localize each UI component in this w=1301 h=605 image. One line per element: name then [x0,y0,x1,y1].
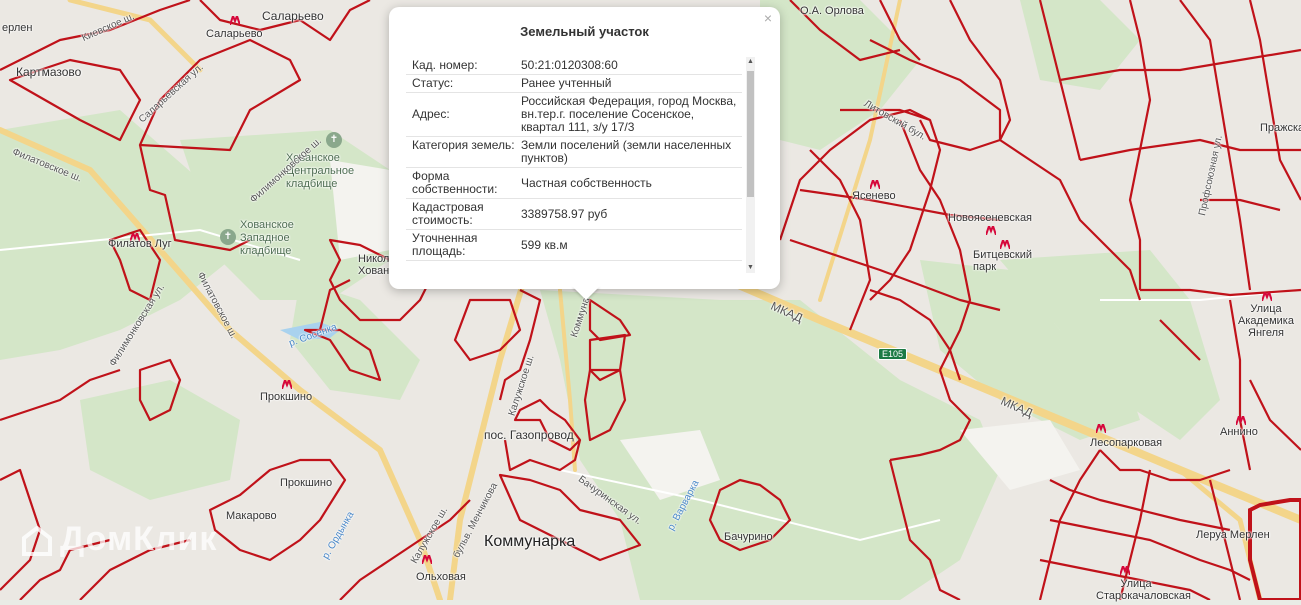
cemetery-label: Хованское Западное кладбище [240,219,294,257]
watermark: ДомКлик [20,520,217,559]
attribute-row: Статус: Ранее учтенный [406,75,742,93]
place-label: Никол Хован [358,253,390,277]
metro-label: Новоясеневская [948,212,1033,224]
cemetery-icon: ✝ [220,229,236,245]
metro-label: Прокшино [260,391,313,403]
scroll-up-icon[interactable]: ▲ [746,57,755,67]
metro-label: Улица Старокачаловская [1096,578,1191,602]
attribute-key: Адрес: [412,107,450,121]
place-label: Бачурино [724,531,773,543]
metro-label: Аннино [1220,426,1258,438]
place-label: Саларьево [262,9,324,23]
metro-icon [1000,240,1010,249]
metro-icon [1236,416,1246,425]
parcel-info-popup: × Земельный участок Кад. номер: 50:21:01… [389,7,780,289]
metro-label: Ольховая [416,571,466,583]
metro-label: Ясенево [852,190,896,202]
metro-label: Пражская [1260,122,1301,134]
scroll-down-icon[interactable]: ▼ [746,263,755,273]
parcel-attributes[interactable]: Кад. номер: 50:21:0120308:60 Статус: Ран… [406,57,742,277]
attribute-value: Ранее учтенный [521,76,612,90]
attribute-key: Кадастровая стоимость: [412,200,484,227]
metro-label: Битцевский парк [973,249,1033,273]
place-label: О.А. Орлова [800,5,864,17]
cemetery-icon: ✝ [326,132,342,148]
attribute-row: Кад. номер: 50:21:0120308:60 [406,57,742,75]
attribute-row: Кадастровая стоимость: 3389758.97 руб [406,199,742,230]
route-badge: E105 [878,348,908,360]
attribute-row: Уточненная площадь: 599 кв.м [406,230,742,261]
metro-icon [986,226,996,235]
house-icon [22,525,52,557]
metro-icon [282,380,292,389]
popup-title: Земельный участок [520,24,649,39]
attribute-row: Категория земель: Земли поселений (земли… [406,137,742,168]
place-label: Прокшино [280,477,333,489]
metro-icon [1120,566,1130,575]
metro-icon [1096,424,1106,433]
attribute-value: Российская Федерация, город Москва, вн.т… [521,94,737,134]
metro-label: Филатов Луг [108,238,172,250]
attribute-key: Кад. номер: [412,58,478,72]
attribute-value: 50:21:0120308:60 [521,58,618,72]
place-label: Коммунарка [484,533,576,550]
metro-label: Лесопарковая [1090,437,1163,449]
attribute-key: Уточненная площадь: [412,231,478,258]
place-label: пос. Газопровод [484,428,574,442]
attribute-key: Статус: [412,76,454,90]
close-icon[interactable]: × [764,11,772,25]
metro-icon [870,180,880,189]
metro-icon [230,16,240,25]
metro-icon [1262,292,1272,301]
popup-pointer [572,286,600,300]
attribute-key: Категория земель: [412,138,515,152]
watermark-text: ДомКлик [60,520,218,558]
scrollbar-thumb[interactable] [747,71,754,197]
attribute-key: Форма собственности: [412,169,498,196]
attribute-row: Форма собственности: Частная собственнос… [406,168,742,199]
place-label: Макарово [226,510,277,522]
attribute-value: Частная собственность [521,175,652,190]
place-label: Картмазово [16,65,82,79]
attribute-value: 3389758.97 руб [521,206,608,221]
popup-scrollbar[interactable]: ▲ ▼ [746,57,755,273]
attribute-value: Земли поселений (земли населенных пункто… [521,138,732,165]
metro-label: Саларьево [206,28,263,40]
attribute-value: 599 кв.м [521,237,568,252]
metro-label: Леруа Мерлен [1196,529,1270,541]
metro-label: Улица Академика Янгеля [1238,303,1294,339]
place-label: ерлен [2,22,33,34]
attribute-row: Адрес: Российская Федерация, город Москв… [406,93,742,137]
